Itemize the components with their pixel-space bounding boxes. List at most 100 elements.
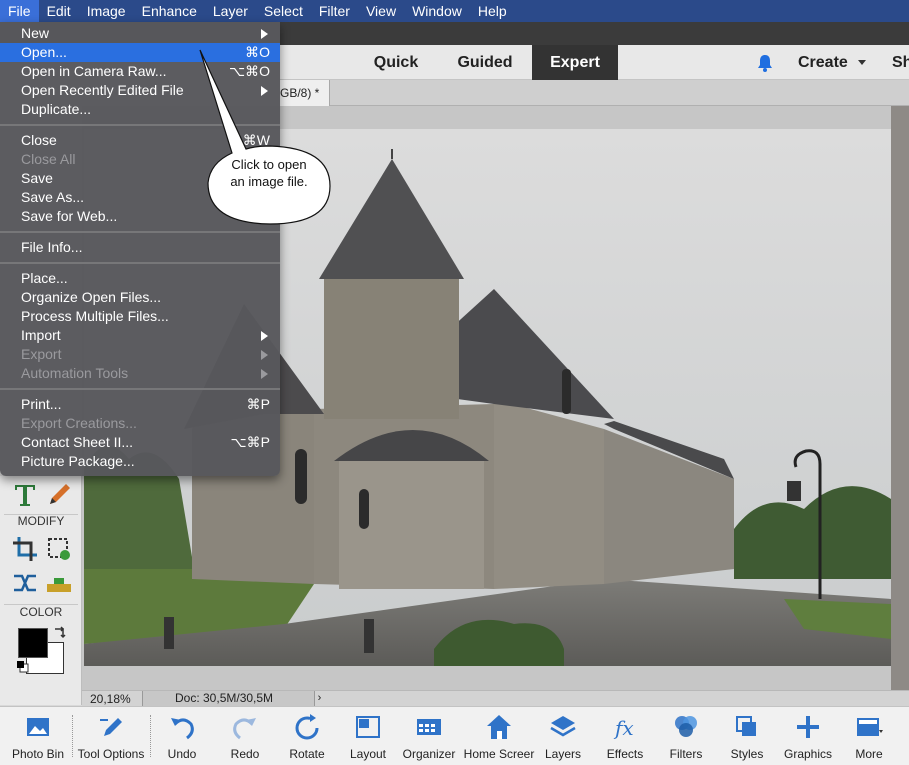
- menu-item-automation-tools: Automation Tools: [0, 364, 280, 383]
- svg-text:fx: fx: [613, 716, 634, 740]
- tool-options-button[interactable]: Tool Options: [78, 707, 144, 765]
- content-aware-move-icon[interactable]: [10, 568, 40, 598]
- church-window-1: [295, 449, 307, 504]
- submenu-arrow-icon: [261, 331, 268, 341]
- menu-item-label: Organize Open Files...: [21, 289, 162, 305]
- menu-file[interactable]: File: [0, 0, 39, 22]
- menu-item-label: Export: [21, 346, 62, 362]
- layout-icon: [356, 716, 380, 738]
- mode-quick[interactable]: Quick: [360, 45, 432, 80]
- menu-item-label: Import: [21, 327, 61, 343]
- share-menu[interactable]: Sh: [892, 45, 909, 80]
- menu-item-label: New: [21, 25, 50, 41]
- menu-bar: File Edit Image Enhance Layer Select Fil…: [0, 0, 909, 22]
- menu-item-print[interactable]: Print... ⌘P: [0, 395, 280, 414]
- menu-separator: [0, 231, 280, 233]
- photo-bin-icon: [27, 718, 49, 736]
- bollard: [164, 617, 174, 649]
- graphics-icon: [797, 716, 819, 738]
- document-tab-strip: GB/8) *: [280, 80, 909, 106]
- crop-tool-icon[interactable]: [10, 534, 40, 564]
- callout-balloon: [199, 49, 331, 225]
- menu-item-label: File Info...: [21, 239, 83, 255]
- menu-layer[interactable]: Layer: [205, 0, 256, 22]
- foreground-color-swatch[interactable]: [18, 628, 48, 658]
- tool-options-icon: [100, 718, 122, 736]
- menu-item-label: Place...: [21, 270, 68, 286]
- rotate-icon: [295, 714, 319, 740]
- tool-options-label: Tool Options: [77, 747, 145, 761]
- default-colors-icon[interactable]: [16, 660, 30, 674]
- recompose-tool-icon[interactable]: [44, 534, 74, 564]
- menu-item-process-multiple-files[interactable]: Process Multiple Files...: [0, 307, 280, 326]
- menu-window[interactable]: Window: [404, 0, 470, 22]
- submenu-arrow-icon: [261, 350, 268, 360]
- filters-icon: [675, 716, 697, 737]
- menu-item-organize-open-files[interactable]: Organize Open Files...: [0, 288, 280, 307]
- more-icon: [857, 718, 883, 736]
- color-label: COLOR: [19, 605, 63, 619]
- status-menu-arrow[interactable]: ›: [314, 691, 324, 706]
- organizer-button[interactable]: Organizer: [398, 707, 460, 765]
- menu-item-label: Open Recently Edited File: [21, 82, 184, 98]
- notification-bell-icon[interactable]: [754, 52, 776, 74]
- lamp-head: [787, 481, 801, 501]
- menu-enhance[interactable]: Enhance: [134, 0, 205, 22]
- menu-item-label: Contact Sheet II...: [21, 434, 134, 450]
- undo-icon: [171, 718, 194, 740]
- church-gable-wall: [494, 399, 604, 589]
- menu-item-file-info[interactable]: File Info...: [0, 238, 280, 257]
- menu-item-label: Picture Package...: [21, 453, 135, 469]
- pencil-tool-icon[interactable]: [44, 480, 74, 510]
- menu-item-picture-package[interactable]: Picture Package...: [0, 452, 280, 471]
- menu-item-label: Save: [21, 170, 53, 186]
- menu-item-label: Close All: [21, 151, 76, 167]
- menu-item-label: Save for Web...: [21, 208, 118, 224]
- menu-separator: [0, 262, 280, 264]
- menu-help[interactable]: Help: [470, 0, 515, 22]
- more-label: More: [855, 747, 883, 761]
- bollard: [364, 619, 374, 653]
- mode-expert[interactable]: Expert: [532, 45, 618, 80]
- callout-text: Click to open an image file.: [230, 157, 308, 189]
- submenu-arrow-icon: [261, 369, 268, 379]
- create-caret-icon[interactable]: [858, 60, 866, 65]
- effects-icon: fx: [613, 716, 634, 740]
- menu-filter[interactable]: Filter: [311, 0, 358, 22]
- menu-item-place[interactable]: Place...: [0, 269, 280, 288]
- redo-icon: [233, 718, 256, 740]
- toolbox: MODIFY COLOR: [0, 476, 82, 705]
- menu-item-shortcut: ⌥⌘P: [230, 434, 270, 450]
- menu-view[interactable]: View: [358, 0, 404, 22]
- tower-body: [324, 279, 459, 419]
- zoom-level[interactable]: 20,18%: [90, 692, 131, 706]
- photo-bin-button[interactable]: Photo Bin: [7, 707, 69, 765]
- status-bar: 20,18% Doc: 30,5M/30,5M ›: [82, 690, 909, 706]
- swap-colors-icon[interactable]: [52, 626, 66, 640]
- menu-item-label: Close: [21, 132, 57, 148]
- straighten-tool-icon[interactable]: [44, 568, 74, 598]
- menu-item-label: Open in Camera Raw...: [21, 63, 167, 79]
- menu-item-label: Process Multiple Files...: [21, 308, 169, 324]
- menu-image[interactable]: Image: [79, 0, 134, 22]
- menu-item-new[interactable]: New: [0, 24, 280, 43]
- more-button[interactable]: More: [838, 707, 900, 765]
- type-tool-icon[interactable]: [10, 480, 40, 510]
- menu-item-export-creations: Export Creations...: [0, 414, 280, 433]
- menu-item-label: Print...: [21, 396, 62, 412]
- menu-item-label: Duplicate...: [21, 101, 92, 117]
- menu-item-label: Save As...: [21, 189, 85, 205]
- menu-select[interactable]: Select: [256, 0, 311, 22]
- church-window-2: [359, 489, 369, 529]
- submenu-arrow-icon: [261, 29, 268, 39]
- menu-item-contact-sheet[interactable]: Contact Sheet II... ⌥⌘P: [0, 433, 280, 452]
- photo-bin-label: Photo Bin: [11, 747, 65, 761]
- menu-edit[interactable]: Edit: [39, 0, 79, 22]
- home-screen-button[interactable]: Home Screer: [464, 707, 534, 765]
- menu-item-import[interactable]: Import: [0, 326, 280, 345]
- bottom-panel-bar: Photo Bin Tool Options Undo Redo Rotate …: [0, 706, 909, 765]
- styles-icon: [736, 716, 756, 736]
- mode-guided[interactable]: Guided: [445, 45, 525, 80]
- document-size: Doc: 30,5M/30,5M: [142, 691, 314, 706]
- create-menu[interactable]: Create: [798, 45, 848, 80]
